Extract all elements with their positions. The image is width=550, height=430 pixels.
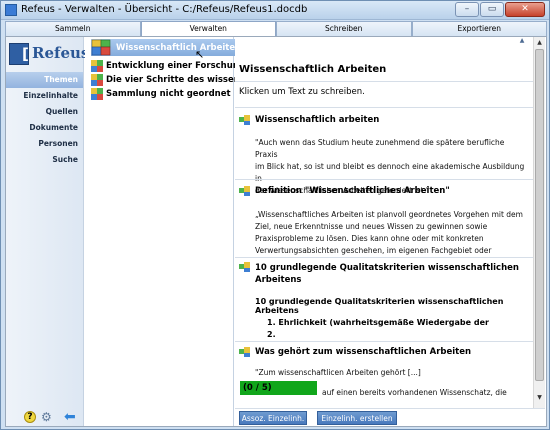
text-line: „Wissenschaftliches Arbeiten ist planvol… (255, 210, 523, 219)
app-icon (5, 4, 17, 16)
help-icon[interactable]: ? (24, 411, 36, 423)
section-heading-text: Wissenschaftlich arbeiten (255, 115, 380, 125)
sidebar-item-themen[interactable]: Themen (6, 72, 83, 88)
list-number: 1. (267, 318, 276, 327)
text-line: im Blick hat, so ist und bleibt es denno… (255, 162, 525, 183)
tab-sammeln[interactable]: Sammeln (5, 21, 141, 36)
sidebar-toolbar: ? ⚙ ⬅ (10, 410, 80, 425)
tree-item-vier-schritte[interactable]: Die vier Schritte des wissensch (91, 73, 256, 87)
tree-item-label: Entwicklung einer Forschungsf (106, 61, 254, 71)
logo-bracket: [ (22, 45, 29, 63)
window-controls: – ▭ ✕ (455, 2, 545, 18)
divider (235, 81, 545, 82)
scroll-up-icon[interactable]: ▲ (534, 37, 545, 48)
gear-icon[interactable]: ⚙ (41, 411, 53, 423)
section-heading-text: 10 grundlegende Qualitatskriterien wisse… (255, 263, 519, 285)
snippet-icon (239, 262, 251, 272)
scrollbar-thumb[interactable] (535, 49, 544, 381)
sidebar-item-dokumente[interactable]: Dokumente (6, 120, 83, 136)
snippet-icon (239, 115, 251, 125)
snippet-icon (239, 347, 251, 357)
mouse-cursor-icon: ↖ (195, 48, 205, 61)
snippet-icon (239, 186, 251, 196)
sidebar-item-personen[interactable]: Personen (6, 136, 83, 152)
progress-indicator: (0 / 5) (240, 381, 317, 395)
tree-item-wissenschaftlich-arbeiten[interactable]: Wissenschaftlich Arbeiten (91, 39, 246, 56)
text-line: Praxisprobleme zu lösen. Dies kann ohne … (255, 234, 484, 243)
tree-item-entwicklung[interactable]: Entwicklung einer Forschungsf (91, 59, 254, 73)
sidebar-item-einzelinhalte[interactable]: Einzelinhalte (6, 88, 83, 104)
divider (235, 341, 545, 342)
client-area: [ Refeus Themen Einzelinhalte Quellen Do… (5, 36, 547, 427)
list-number: 2. (267, 330, 276, 339)
section-heading-text: Was gehört zum wissenschaftlichen Arbeit… (255, 347, 472, 357)
sidebar-nav: Themen Einzelinhalte Quellen Dokumente P… (6, 72, 83, 168)
sidebar-item-suche[interactable]: Suche (6, 152, 83, 168)
text-line: "Auch wenn das Studium heute zunehmend d… (255, 138, 505, 159)
tree-item-label: Sammlung nicht geordnet (106, 89, 231, 99)
article-title: Wissenschaftlich Arbeiten (239, 64, 387, 75)
section-heading[interactable]: 10 grundlegende Qualitatskriterien wisse… (239, 262, 519, 286)
tree-item-label: Wissenschaftlich Arbeiten (116, 42, 242, 53)
tab-verwalten[interactable]: Verwalten (140, 21, 276, 36)
section-body[interactable]: „Wissenschaftliches Arbeiten ist planvol… (255, 209, 527, 257)
close-button[interactable]: ✕ (505, 2, 545, 17)
puzzle-icon (91, 60, 103, 72)
app-window: Refeus - Verwalten - Übersicht - C:/Refe… (0, 0, 550, 430)
text-line: Verwertungsabsichten geschehen, im eigen… (255, 246, 492, 255)
section-body[interactable]: "Zum wissenschaftlicen Arbeiten gehört [… (255, 367, 527, 379)
list-text: Ehrlichkeit (wahrheitsgemäße Wiedergabe … (278, 318, 489, 327)
refeus-logo: [ Refeus (9, 43, 89, 65)
click-to-write-hint[interactable]: Klicken um Text zu schreiben. (239, 87, 365, 97)
list-item: 2. (267, 330, 276, 339)
section-heading[interactable]: Wissenschaftlich arbeiten (239, 115, 379, 125)
section-heading[interactable]: Was gehört zum wissenschaftlichen Arbeit… (239, 347, 471, 357)
sidebar: [ Refeus Themen Einzelinhalte Quellen Do… (6, 37, 89, 426)
tree-item-sammlung[interactable]: Sammlung nicht geordnet (91, 87, 231, 101)
tree-item-label: Die vier Schritte des wissensch (106, 75, 256, 85)
main-tabs: Sammeln Verwalten Schreiben Exportieren (5, 21, 547, 36)
scroll-down-icon[interactable]: ▼ (534, 392, 545, 403)
article-panel: ▲ Wissenschaftlich Arbeiten Klicken um T… (235, 37, 546, 426)
puzzle-icon (91, 74, 103, 86)
divider (235, 257, 545, 258)
create-snippet-button[interactable]: Einzelinh. erstellen (317, 411, 397, 425)
divider (235, 107, 545, 108)
logo-text: Refeus (32, 44, 90, 62)
window-title: Refeus - Verwalten - Übersicht - C:/Refe… (21, 4, 308, 15)
tab-schreiben[interactable]: Schreiben (276, 21, 412, 36)
partial-text-line: auf einen bereits vorhandenen Wissenscha… (322, 388, 507, 397)
back-arrow-icon[interactable]: ⬅ (64, 410, 78, 424)
section-heading[interactable]: Definition "Wissenschaftliches Arbeiten" (239, 186, 450, 196)
minimize-button[interactable]: – (455, 2, 479, 17)
vertical-scrollbar[interactable]: ▲ ▼ (533, 37, 545, 426)
section-heading-text: Definition "Wissenschaftliches Arbeiten" (255, 186, 450, 196)
title-bar: Refeus - Verwalten - Übersicht - C:/Refe… (1, 1, 549, 20)
topic-tree: Wissenschaftlich Arbeiten Entwicklung ei… (85, 37, 256, 426)
maximize-button[interactable]: ▭ (480, 2, 504, 17)
divider (235, 179, 545, 180)
list-item: 1. Ehrlichkeit (wahrheitsgemäße Wiederga… (267, 318, 489, 327)
puzzle-icon (91, 88, 103, 100)
puzzle-icon (91, 39, 113, 56)
text-line: "Zum wissenschaftlicen Arbeiten gehört [… (255, 368, 421, 377)
text-line: Ziel, neue Erkenntnisse und neues Wissen… (255, 222, 488, 231)
sidebar-item-quellen[interactable]: Quellen (6, 104, 83, 120)
tab-exportieren[interactable]: Exportieren (411, 21, 547, 36)
action-bar: Assoz. Einzelinh. Einzelinh. erstellen (235, 408, 545, 426)
section-subheading: 10 grundlegende Qualitatskriterien wisse… (255, 297, 504, 315)
collapse-up-icon[interactable]: ▲ (516, 37, 528, 45)
associate-snippet-button[interactable]: Assoz. Einzelinh. (239, 411, 307, 425)
